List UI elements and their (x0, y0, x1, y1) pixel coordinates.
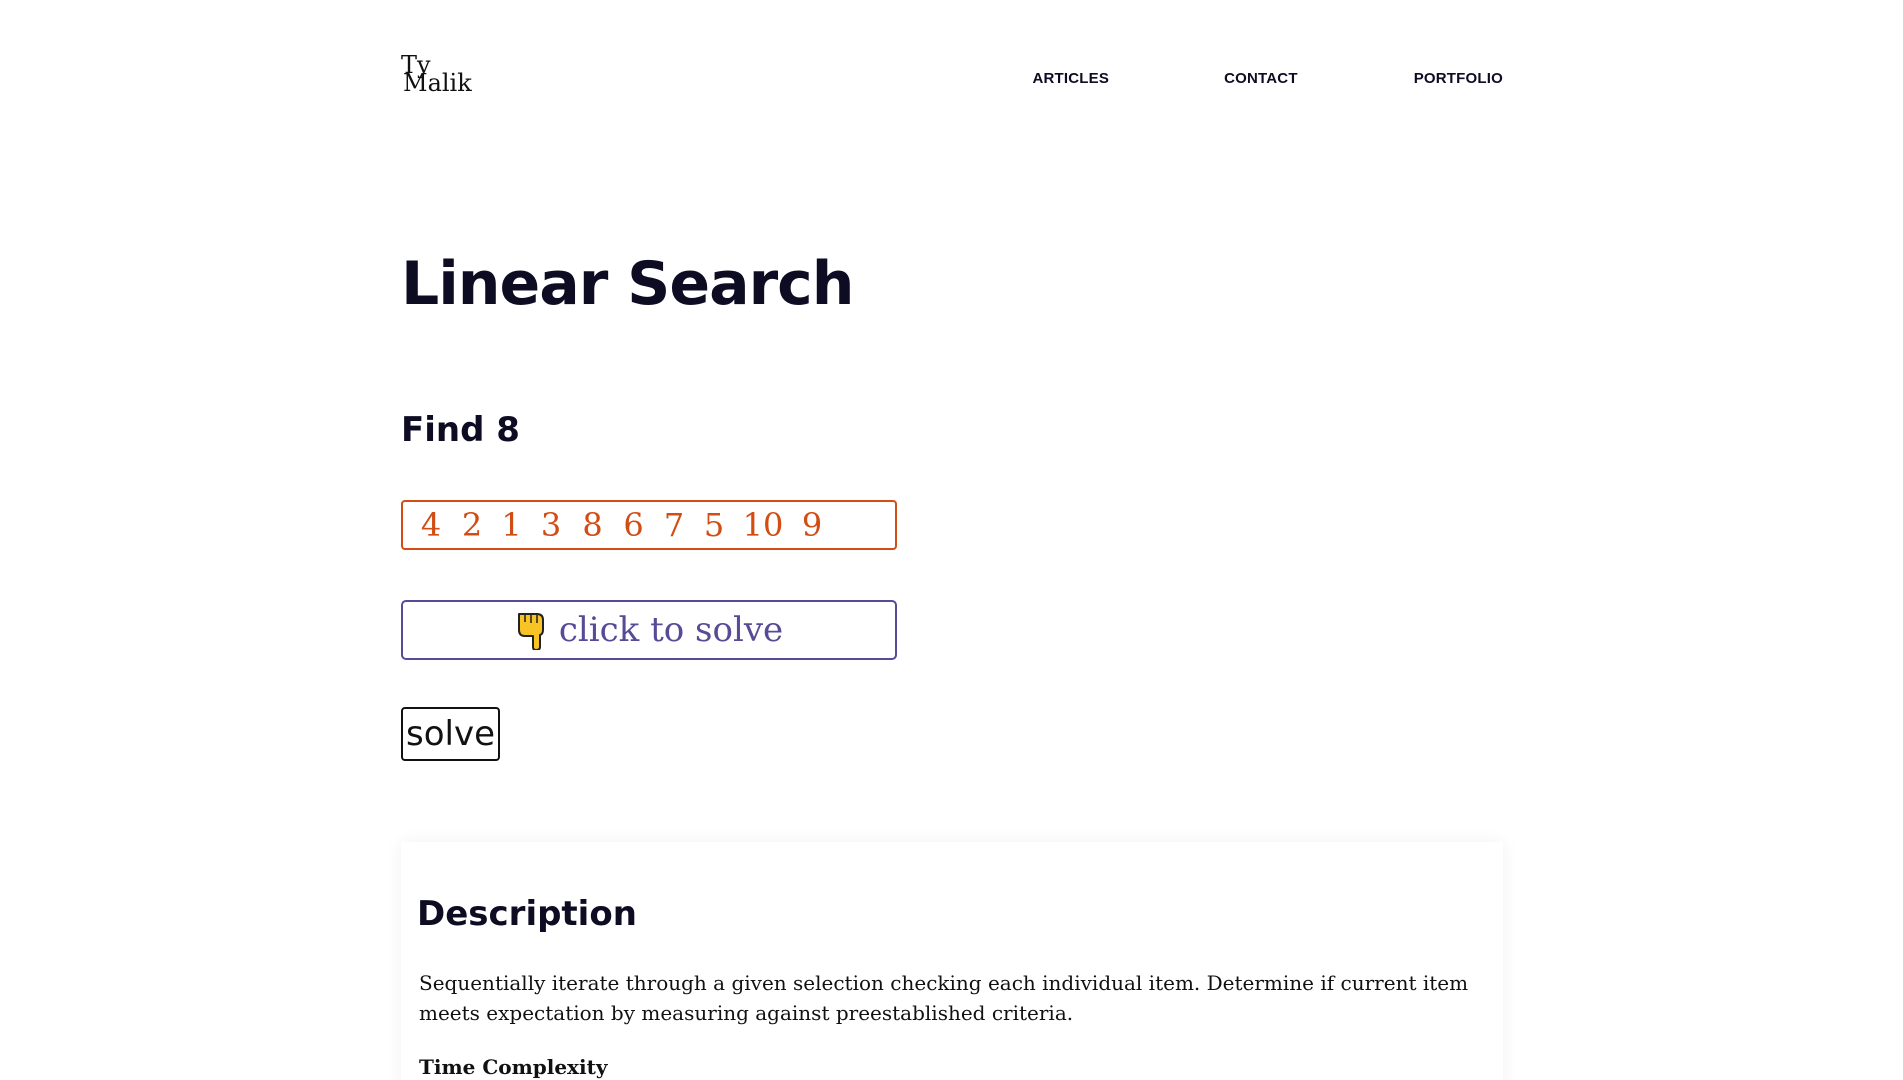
logo-line-2: Malik (403, 69, 472, 97)
array-item: 7 (663, 506, 685, 544)
main-nav: ARTICLES CONTACT PORTFOLIO (1032, 70, 1503, 87)
array-item: 6 (623, 506, 644, 544)
click-to-solve-button[interactable]: click to solve (401, 600, 897, 660)
page-title: Linear Search (401, 249, 854, 319)
array-item: 2 (461, 506, 483, 544)
solve-button[interactable]: solve (401, 707, 500, 761)
pointing-hand-icon (517, 613, 544, 650)
array-item: 3 (540, 506, 562, 544)
page: Ty Malik ARTICLES CONTACT PORTFOLIO Line… (0, 0, 1903, 1080)
array-item: 5 (703, 506, 725, 544)
nav-articles[interactable]: ARTICLES (1032, 70, 1109, 87)
nav-contact[interactable]: CONTACT (1224, 70, 1298, 87)
array-item: 8 (582, 506, 603, 544)
array-item: 4 (420, 506, 442, 544)
array-display: 4 2 1 3 8 6 7 5 10 9 (401, 500, 897, 550)
search-target-label: Find 8 (401, 410, 520, 450)
site-header: Ty Malik ARTICLES CONTACT PORTFOLIO (401, 53, 1503, 108)
click-to-solve-label: click to solve (558, 610, 784, 650)
array-item: 9 (801, 506, 823, 544)
array-item: 10 (742, 506, 784, 544)
nav-portfolio[interactable]: PORTFOLIO (1414, 70, 1503, 87)
array-item: 1 (501, 506, 522, 544)
site-logo[interactable]: Ty Malik (401, 53, 472, 97)
description-heading: Description (417, 894, 637, 934)
description-text: Sequentially iterate through a given sel… (419, 971, 1469, 1025)
time-complexity-heading: Time Complexity (419, 1055, 608, 1079)
description-card: Description Sequentially iterate through… (401, 842, 1503, 1080)
